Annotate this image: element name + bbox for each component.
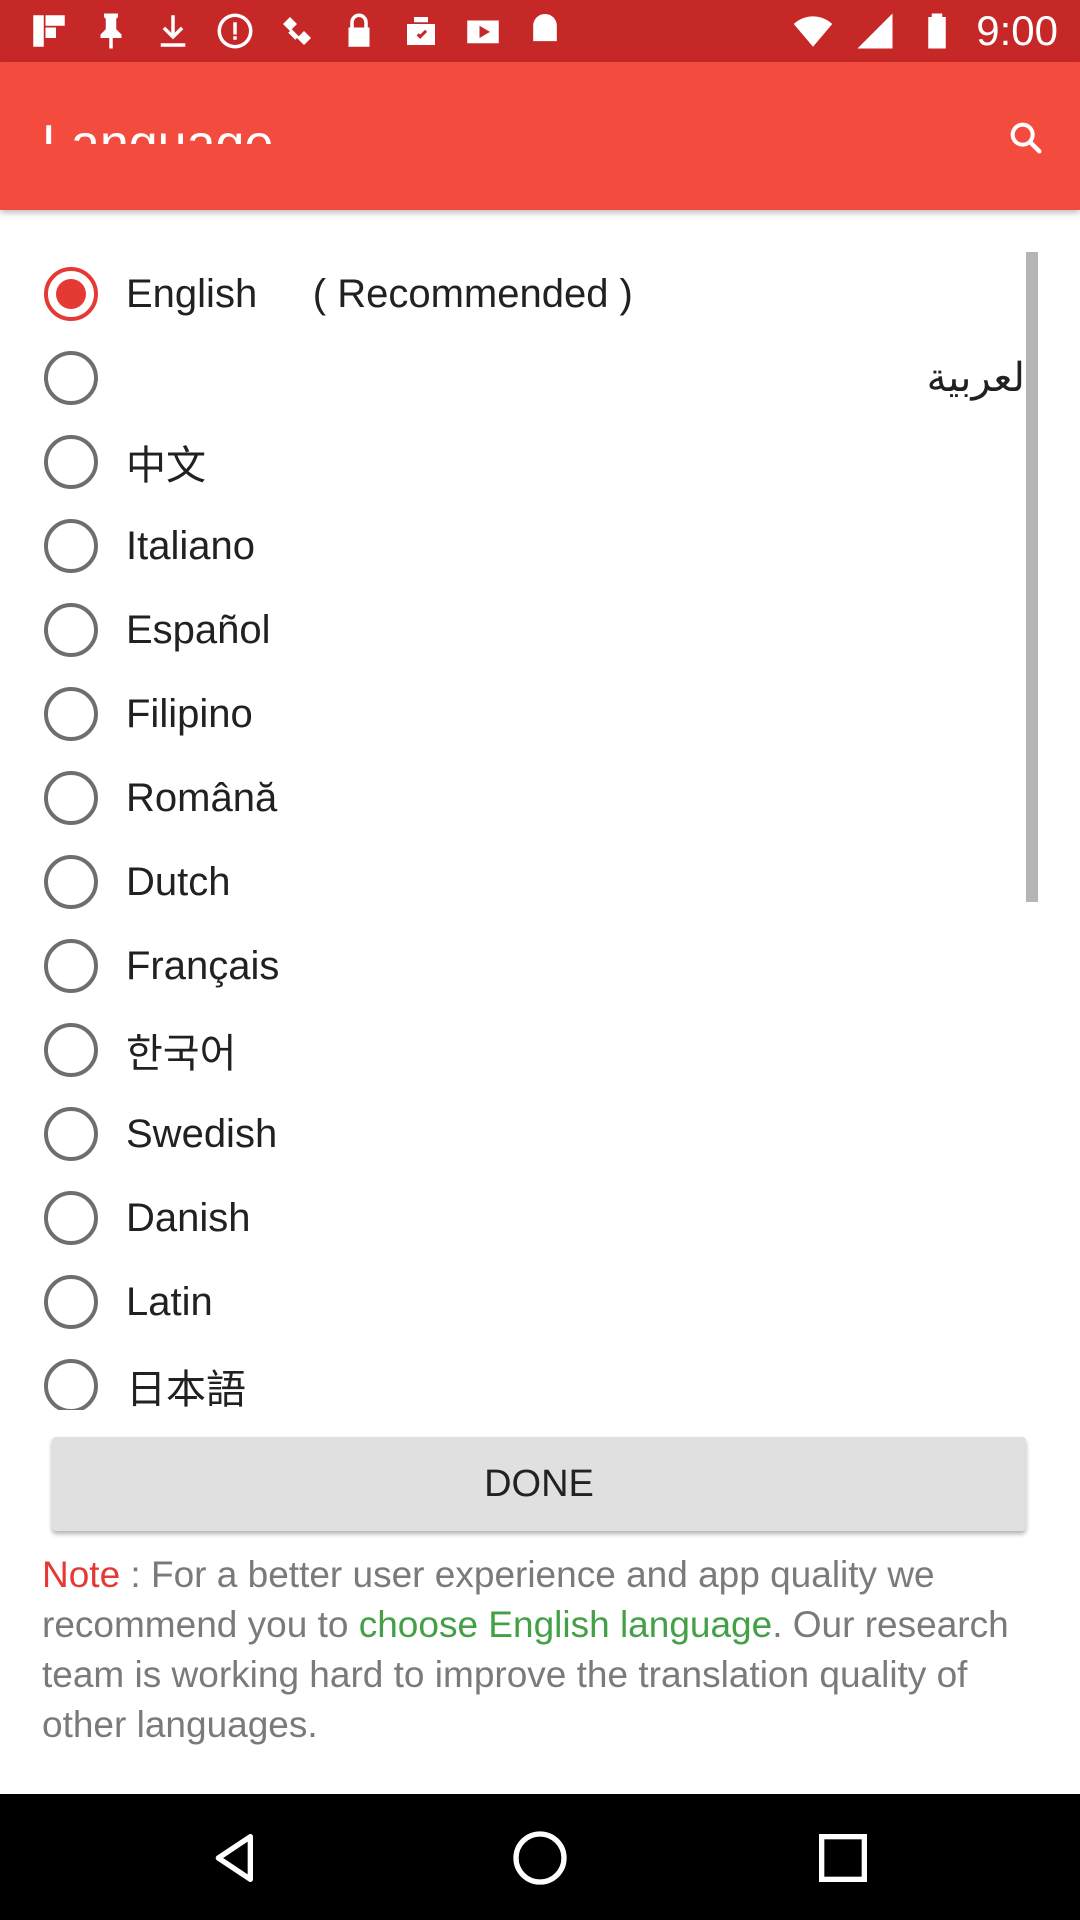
language-option[interactable]: Română — [44, 756, 1036, 840]
recents-icon — [819, 1834, 867, 1882]
notification-icons — [26, 8, 568, 54]
language-option[interactable]: Swedish — [44, 1092, 1036, 1176]
flipboard-icon — [26, 8, 72, 54]
navigation-bar — [0, 1794, 1080, 1920]
language-option[interactable]: Français — [44, 924, 1036, 1008]
lock-icon — [336, 8, 382, 54]
language-label: English ( Recommended ) — [126, 271, 633, 316]
app-bar: Language — [0, 62, 1080, 210]
radio-unchecked-icon[interactable] — [44, 1275, 98, 1329]
radio-unchecked-icon[interactable] — [44, 939, 98, 993]
android-icon — [522, 8, 568, 54]
language-option[interactable]: 한국어 — [44, 1008, 1036, 1092]
page-title: Language — [42, 118, 273, 144]
signal-icon — [852, 8, 898, 54]
battery-icon — [914, 8, 960, 54]
radio-unchecked-icon[interactable] — [44, 1023, 98, 1077]
language-label: Français — [126, 943, 280, 988]
radio-unchecked-icon[interactable] — [44, 687, 98, 741]
video-icon — [460, 8, 506, 54]
language-label: Español — [126, 607, 271, 652]
language-label: Dutch — [126, 859, 231, 904]
radio-unchecked-icon[interactable] — [44, 771, 98, 825]
language-list: English ( Recommended ) العربية 中文 Italiano… — [44, 252, 1036, 1410]
language-label: 한국어 — [126, 1032, 237, 1076]
language-option[interactable]: English ( Recommended ) — [44, 252, 1036, 336]
language-option[interactable]: Danish — [44, 1176, 1036, 1260]
radio-unchecked-icon[interactable] — [44, 1191, 98, 1245]
search-button[interactable] — [998, 110, 1054, 166]
radio-unchecked-icon[interactable] — [44, 519, 98, 573]
pin-icon — [88, 8, 134, 54]
language-label: Română — [126, 775, 278, 820]
language-option[interactable]: 中文 — [44, 420, 1036, 504]
language-option[interactable]: Dutch — [44, 840, 1036, 924]
language-option[interactable]: 日本語 — [44, 1344, 1036, 1410]
status-bar: 9:00 — [0, 0, 1080, 62]
language-label: Italiano — [126, 523, 255, 568]
language-label: Filipino — [126, 691, 253, 736]
radio-unchecked-icon[interactable] — [44, 351, 98, 405]
language-option[interactable]: Italiano — [44, 504, 1036, 588]
search-icon — [1010, 122, 1042, 154]
wifi-icon — [790, 8, 836, 54]
language-option[interactable]: Español — [44, 588, 1036, 672]
language-label: Swedish — [126, 1111, 278, 1156]
radio-unchecked-icon[interactable] — [44, 1359, 98, 1410]
radio-dot — [56, 279, 86, 309]
alert-icon — [212, 8, 258, 54]
home-button[interactable] — [504, 1822, 576, 1894]
radio-unchecked-icon[interactable] — [44, 435, 98, 489]
status-right: 9:00 — [790, 7, 1058, 54]
choose-english-link[interactable]: choose English language — [359, 1604, 773, 1645]
radio-unchecked-icon[interactable] — [44, 855, 98, 909]
language-label: 中文 — [126, 444, 206, 488]
radio-unchecked-icon[interactable] — [44, 603, 98, 657]
scrollbar[interactable] — [1026, 252, 1038, 902]
recents-button[interactable] — [807, 1822, 879, 1894]
language-label: Latin — [126, 1279, 213, 1324]
language-label: 日本語 — [126, 1368, 246, 1410]
radio-checked-icon[interactable] — [44, 267, 98, 321]
home-icon — [513, 1831, 567, 1885]
language-option[interactable]: Latin — [44, 1260, 1036, 1344]
back-icon — [215, 1834, 253, 1882]
back-button[interactable] — [201, 1822, 273, 1894]
clipboard-check-icon — [398, 8, 444, 54]
language-label: العربية — [926, 356, 1036, 400]
note-label: Note — [42, 1554, 121, 1595]
download-icon — [150, 8, 196, 54]
language-option[interactable]: Filipino — [44, 672, 1036, 756]
radio-unchecked-icon[interactable] — [44, 1107, 98, 1161]
language-option[interactable]: العربية — [44, 336, 1036, 420]
note-text: Note : For a better user experience and … — [42, 1550, 1042, 1750]
status-time: 9:00 — [976, 7, 1058, 54]
language-label: Danish — [126, 1195, 251, 1240]
language-list-area: English ( Recommended ) العربية 中文 Italiano… — [0, 210, 1080, 1410]
satellite-icon — [274, 8, 320, 54]
done-button[interactable]: DONE — [52, 1437, 1026, 1531]
